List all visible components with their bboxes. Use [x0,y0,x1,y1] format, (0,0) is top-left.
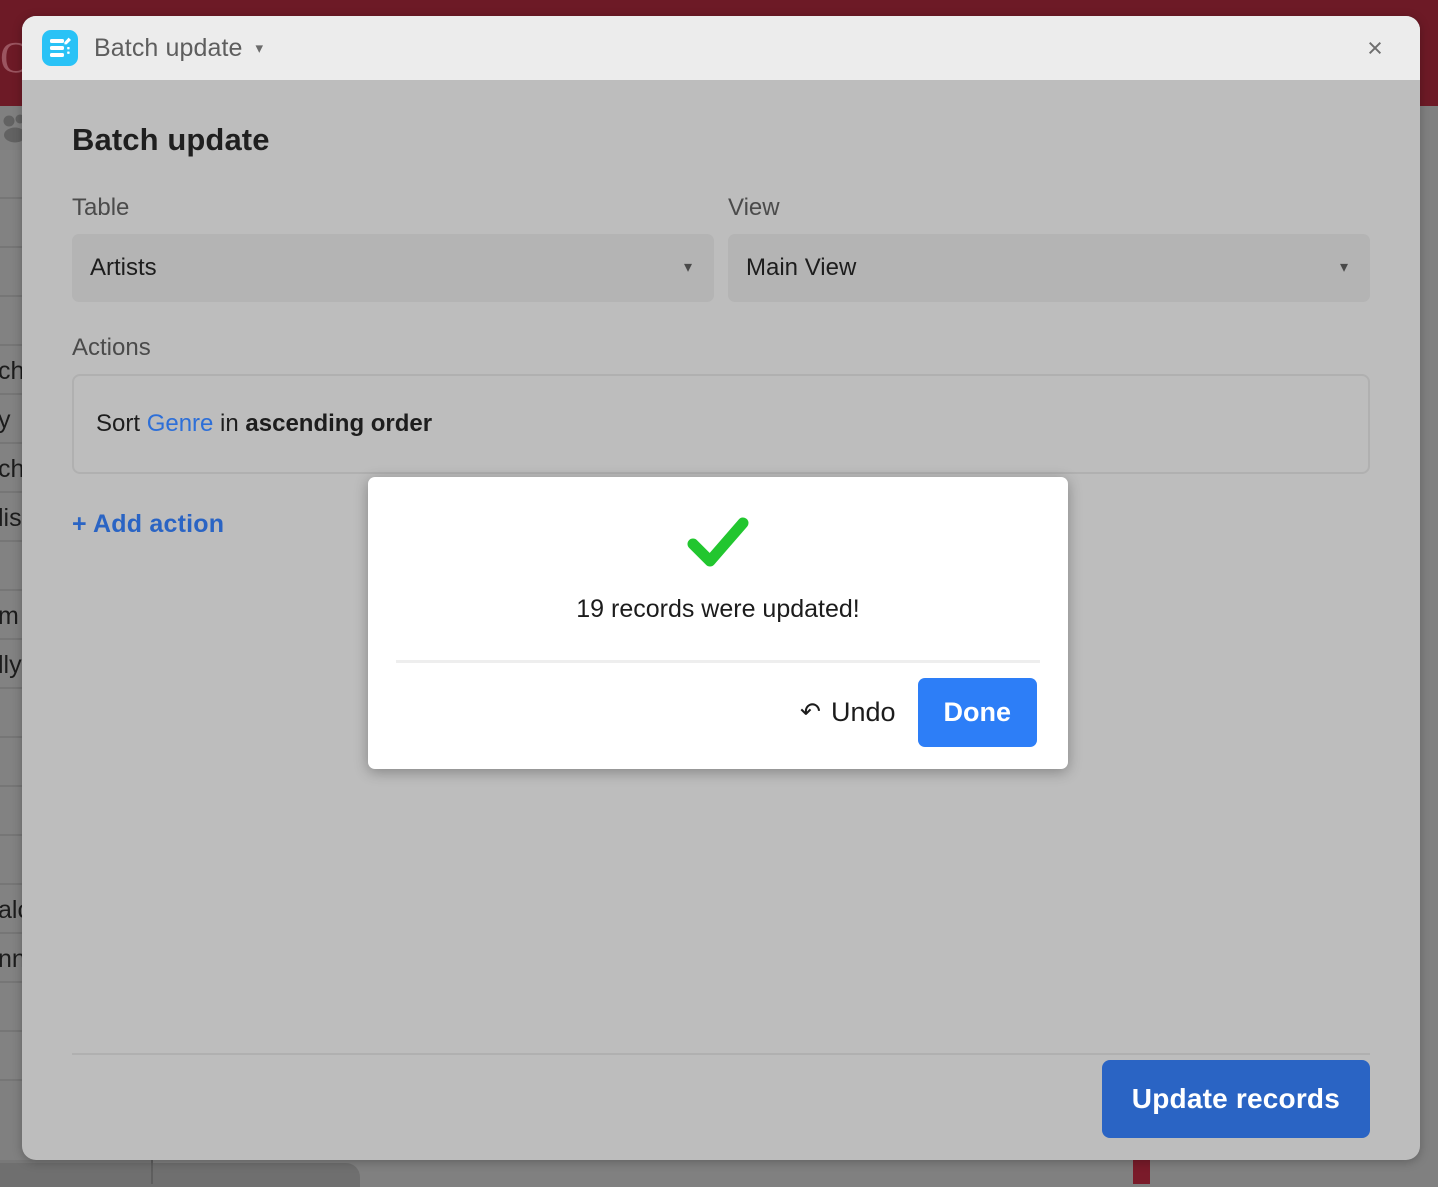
success-message: 19 records were updated! [368,595,1068,624]
action-middle: in [213,410,245,437]
undo-arrow-icon: ↶ [800,700,821,725]
background-bottom-panel [0,1163,360,1187]
close-icon[interactable]: × [1360,33,1390,63]
batch-update-app-icon [42,30,78,66]
undo-label: Undo [831,697,896,728]
view-select[interactable]: Main View ▾ [728,234,1370,302]
table-select-value: Artists [90,254,157,282]
action-field-link[interactable]: Genre [147,410,214,437]
action-item[interactable]: Sort Genre in ascending order [72,374,1370,474]
window-footer: Update records [72,1058,1370,1140]
action-description: Sort Genre in ascending order [96,410,432,438]
background-row-text: y [0,406,11,435]
window-titlebar: Batch update ▾ × [22,16,1420,80]
table-select[interactable]: Artists ▾ [72,234,714,302]
table-field-label: Table [72,194,714,222]
background-row-text: ch [0,455,24,484]
add-action-button[interactable]: + Add action [72,510,224,539]
undo-button[interactable]: ↶ Undo [796,691,900,734]
success-dialog: 19 records were updated! ↶ Undo Done [368,477,1068,769]
view-select-value: Main View [746,254,856,282]
chevron-down-icon[interactable]: ▾ [256,41,264,56]
table-view-selectors: Table Artists ▾ View Main View ▾ [72,194,1370,302]
background-row-text: m [0,602,19,631]
background-row-text: lis [0,504,22,533]
background-red-marker [1133,1157,1150,1184]
table-field-group: Table Artists ▾ [72,194,714,302]
view-field-label: View [728,194,1370,222]
background-row-text: ch [0,357,24,386]
done-button[interactable]: Done [918,678,1038,747]
success-dialog-actions: ↶ Undo Done [796,678,1037,747]
success-dialog-divider [396,660,1040,663]
background-row-text: lly [0,651,22,680]
chevron-down-icon: ▾ [1340,260,1348,276]
actions-label: Actions [72,334,1370,362]
action-prefix: Sort [96,410,147,437]
update-records-button[interactable]: Update records [1102,1060,1370,1138]
green-checkmark-icon [687,517,749,569]
view-field-group: View Main View ▾ [728,194,1370,302]
chevron-down-icon: ▾ [684,260,692,276]
page-title: Batch update [72,80,1370,158]
action-order: ascending order [245,410,432,437]
window-title: Batch update [94,34,243,63]
footer-divider [72,1053,1370,1055]
